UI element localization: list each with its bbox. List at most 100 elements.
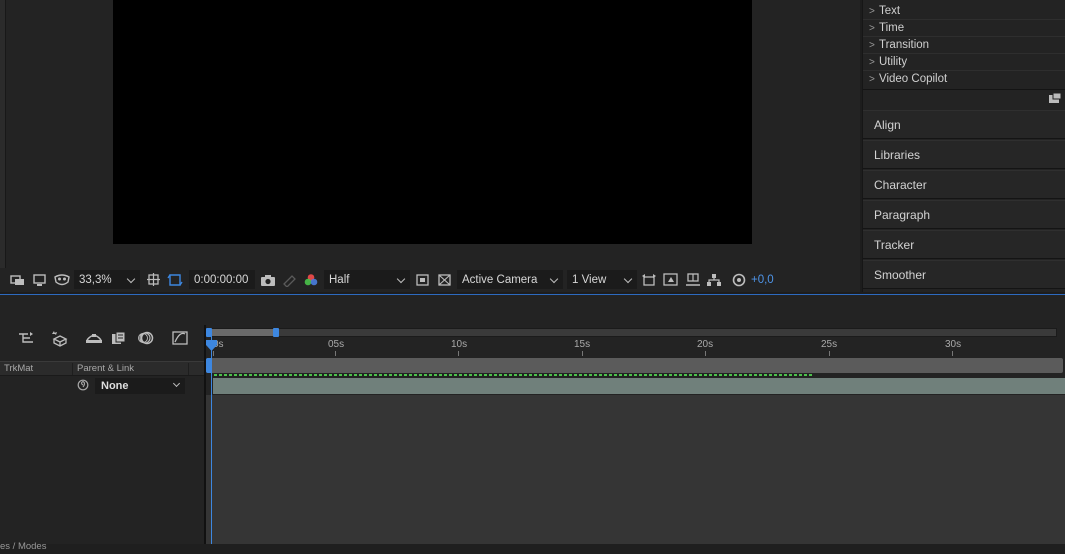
chevron-right-icon: > — [869, 40, 875, 51]
ruler-tick — [952, 351, 953, 356]
column-trkmat[interactable]: TrkMat — [4, 363, 33, 374]
show-snapshot-icon[interactable] — [281, 271, 297, 289]
fast-previews-icon[interactable] — [415, 271, 431, 289]
flowchart-icon[interactable] — [685, 271, 701, 289]
composition-flowchart-icon[interactable] — [706, 271, 722, 289]
divider — [188, 363, 189, 375]
hide-shy-layers-icon[interactable] — [85, 331, 103, 345]
toggle-pixel-aspect-icon[interactable] — [641, 271, 657, 289]
panel-character[interactable]: Character — [863, 170, 1065, 199]
chevron-right-icon: > — [869, 6, 875, 17]
panel-tracker[interactable]: Tracker — [863, 230, 1065, 259]
channel-rgb-icon[interactable] — [303, 271, 319, 289]
right-panel-stack: > Text > Time > Transition > Utility > V… — [862, 0, 1065, 292]
viewer-left-edge — [0, 0, 6, 268]
divider — [72, 363, 73, 375]
mask-visibility-icon[interactable] — [53, 271, 71, 289]
navigator-range[interactable] — [207, 329, 277, 336]
playhead-marker-icon[interactable] — [205, 340, 218, 352]
camera-view-dropdown[interactable]: Active Camera — [457, 270, 563, 289]
panel-libraries[interactable]: Libraries — [863, 140, 1065, 169]
work-area-bar[interactable] — [206, 358, 1063, 373]
effect-category-transition[interactable]: > Transition — [863, 37, 1065, 54]
always-preview-icon[interactable] — [10, 271, 26, 289]
composition-canvas[interactable] — [113, 0, 752, 244]
column-parent-link[interactable]: Parent & Link — [77, 363, 134, 374]
chevron-right-icon: > — [869, 23, 875, 34]
effect-category-time[interactable]: > Time — [863, 20, 1065, 37]
composition-mini-flowchart-icon[interactable] — [18, 331, 36, 345]
region-of-interest-icon[interactable] — [146, 271, 162, 289]
effect-category-label: Transition — [879, 39, 930, 51]
camera-view-value: Active Camera — [462, 273, 538, 286]
effect-category-text[interactable]: > Text — [863, 3, 1065, 20]
timecode-value: 0:00:00:00 — [194, 273, 249, 286]
ruler-label-05s: 05s — [328, 339, 345, 350]
timecode-field[interactable]: 0:00:00:00 — [189, 270, 255, 289]
ruler-tick — [829, 351, 830, 356]
timeline-empty-area[interactable] — [206, 395, 1065, 554]
ruler-tick — [458, 351, 459, 356]
timeline-link-icon[interactable] — [663, 271, 679, 289]
effect-category-label: Time — [879, 22, 905, 34]
monitor-icon[interactable] — [32, 271, 48, 289]
view-layout-value: 1 View — [572, 273, 607, 286]
render-cache-indicator — [214, 374, 812, 376]
ruler-tick — [335, 351, 336, 356]
viewer-toolbar: 33,3% 0:00:00:00 Half Active Camera 1 Vi… — [0, 268, 860, 292]
chevron-down-icon — [172, 379, 181, 388]
resolution-value: Half — [329, 273, 350, 286]
effect-category-video-copilot[interactable]: > Video Copilot — [863, 71, 1065, 88]
ruler-label-30s: 30s — [945, 339, 962, 350]
ruler-tick — [582, 351, 583, 356]
toggle-transparency-icon[interactable] — [437, 271, 453, 289]
snapshot-camera-icon[interactable] — [260, 271, 276, 289]
ruler-label-10s: 10s — [451, 339, 468, 350]
pick-whip-icon[interactable] — [77, 379, 89, 391]
panel-align[interactable]: Align — [863, 110, 1065, 139]
ruler-label-20s: 20s — [697, 339, 714, 350]
parent-value: None — [101, 380, 129, 392]
ruler-label-15s: 15s — [574, 339, 591, 350]
chevron-down-icon — [624, 276, 632, 284]
frame-blending-icon[interactable] — [111, 331, 129, 345]
timeline-layer-outline: TrkMat Parent & Link None — [0, 295, 204, 554]
timeline-panel: TrkMat Parent & Link None 0s 05s 10s 15s… — [0, 295, 1065, 554]
exposure-value[interactable]: +0,0 — [751, 271, 774, 289]
effect-category-label: Text — [879, 5, 901, 17]
motion-blur-icon[interactable] — [138, 331, 156, 345]
draft-3d-icon[interactable] — [51, 331, 69, 347]
divider — [863, 89, 1065, 90]
composition-viewer — [0, 0, 860, 268]
ruler-tick — [705, 351, 706, 356]
chevron-right-icon: > — [869, 74, 875, 85]
zoom-dropdown[interactable]: 33,3% — [74, 270, 140, 289]
panel-smoother[interactable]: Smoother — [863, 260, 1065, 289]
timeline-graph-area: 0s 05s 10s 15s 20s 25s 30s — [206, 295, 1065, 554]
resolution-dropdown[interactable]: Half — [324, 270, 410, 289]
timeline-bottom-bar: es / Modes — [0, 541, 1065, 554]
new-bin-icon[interactable] — [1049, 93, 1061, 104]
transparency-grid-icon[interactable] — [167, 271, 183, 289]
ruler-label-25s: 25s — [821, 339, 838, 350]
timeline-column-header: TrkMat Parent & Link — [0, 361, 204, 376]
playhead-line[interactable] — [211, 331, 212, 554]
layer-duration-bar[interactable] — [213, 378, 1065, 394]
effect-category-label: Utility — [879, 56, 908, 68]
effect-category-label: Video Copilot — [879, 73, 948, 85]
zoom-value: 33,3% — [79, 273, 112, 286]
layer-row[interactable]: None — [0, 377, 204, 395]
chevron-down-icon — [127, 276, 135, 284]
reset-exposure-icon[interactable] — [731, 271, 747, 289]
toggle-switches-modes[interactable]: es / Modes — [0, 541, 46, 552]
chevron-down-icon — [550, 276, 558, 284]
time-navigator[interactable] — [206, 328, 1057, 337]
time-ruler[interactable]: 0s 05s 10s 15s 20s 25s 30s — [206, 338, 1065, 356]
view-layout-dropdown[interactable]: 1 View — [567, 270, 637, 289]
navigator-end-handle[interactable] — [273, 328, 279, 337]
graph-editor-icon[interactable] — [172, 331, 190, 345]
parent-dropdown[interactable]: None — [95, 378, 185, 394]
chevron-down-icon — [397, 276, 405, 284]
effect-category-utility[interactable]: > Utility — [863, 54, 1065, 71]
panel-paragraph[interactable]: Paragraph — [863, 200, 1065, 229]
